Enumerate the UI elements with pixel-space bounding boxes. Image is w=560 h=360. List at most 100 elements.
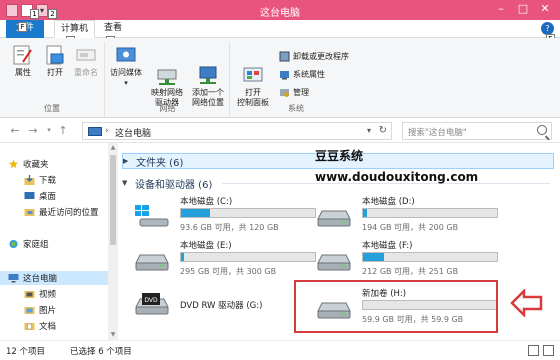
videos-icon xyxy=(24,291,35,298)
add-network-location-button[interactable]: 添加一个 网络位置 xyxy=(188,44,228,108)
scrollbar-thumb[interactable] xyxy=(110,155,116,245)
manage-button[interactable]: 管理 xyxy=(279,86,309,98)
address-dropdown-icon[interactable]: ▾ xyxy=(367,126,371,135)
large-icons-view-icon[interactable] xyxy=(543,345,554,356)
drive-g-dvd[interactable]: DVD DVD RW 驱动器 (G:) xyxy=(128,283,304,327)
chevron-right-icon: ▶ xyxy=(123,157,129,165)
drive-capacity: 295 GB 可用，共 300 GB xyxy=(180,267,277,276)
drive-usage-bar xyxy=(180,252,316,262)
address-row: ← → ▾ ↑ › 这台电脑 ▾ ↻ 搜索"这台电脑" xyxy=(0,119,560,143)
selected-count: 已选择 6 个项目 xyxy=(70,347,132,357)
drive-name: 本地磁盘 (E:) xyxy=(180,241,232,251)
nav-favorites[interactable]: 收藏夹 xyxy=(8,157,116,171)
scroll-down-icon[interactable]: ▼ xyxy=(108,330,118,340)
properties-button[interactable]: 属性 xyxy=(8,44,38,78)
drive-usage-fill xyxy=(363,209,368,217)
windows-drive-icon xyxy=(135,205,169,227)
annotation-arrow-icon xyxy=(510,289,543,317)
status-bar: 12 个项目 已选择 6 个项目 xyxy=(0,340,560,360)
search-box[interactable]: 搜索"这台电脑" xyxy=(402,122,552,140)
hard-drive-icon xyxy=(317,210,351,227)
map-network-drive-button[interactable]: 映射网络 驱动器 xyxy=(148,44,186,108)
maximize-button[interactable]: □ xyxy=(512,0,534,18)
scroll-up-icon[interactable]: ▲ xyxy=(108,143,118,153)
item-count: 12 个项目 xyxy=(6,347,46,357)
documents-icon xyxy=(24,323,35,330)
minimize-button[interactable]: – xyxy=(490,0,512,18)
desktop-icon xyxy=(24,192,35,199)
open-icon xyxy=(43,44,67,66)
access-media-button[interactable]: 访问媒体 ▾ xyxy=(108,44,144,88)
annotation-highlight-box xyxy=(294,280,498,333)
forward-button[interactable]: → xyxy=(26,124,40,138)
search-icon xyxy=(537,125,547,135)
hard-drive-icon xyxy=(135,254,169,271)
drive-d[interactable]: 本地磁盘 (D:) 194 GB 可用，共 200 GB xyxy=(310,195,498,239)
watermark-title: 豆豆系统 xyxy=(315,149,364,163)
navigation-pane: 收藏夹 下载 桌面 最近访问的位置 家庭组 这台电脑 视频 图片 文档 xyxy=(0,143,118,340)
rename-button[interactable]: 重命名 xyxy=(70,44,102,78)
network-location-icon xyxy=(196,54,220,84)
drive-usage-fill xyxy=(181,209,211,217)
drive-name: DVD RW 驱动器 (G:) xyxy=(180,301,263,311)
control-panel-icon xyxy=(241,54,265,82)
manage-icon xyxy=(279,87,290,98)
chevron-down-icon: ▼ xyxy=(122,179,128,187)
drive-usage-bar xyxy=(180,208,316,218)
media-icon xyxy=(114,44,138,66)
uninstall-icon xyxy=(279,51,290,62)
network-drive-icon xyxy=(155,54,179,85)
address-bar[interactable]: › 这台电脑 ▾ ↻ xyxy=(82,122,392,140)
drive-name: 本地磁盘 (F:) xyxy=(362,241,413,251)
drive-name: 本地磁盘 (D:) xyxy=(362,197,415,207)
drive-name: 本地磁盘 (C:) xyxy=(180,197,233,207)
drive-f[interactable]: 本地磁盘 (F:) 212 GB 可用，共 251 GB xyxy=(310,239,498,283)
ribbon-group-location: 属性 打开 重命名 位置 xyxy=(0,42,105,116)
title-bar: ▾ 1 2 这台电脑 – □ ✕ xyxy=(0,0,560,20)
nav-this-pc[interactable]: 这台电脑 xyxy=(0,271,108,285)
drive-c[interactable]: 本地磁盘 (C:) 93.6 GB 可用，共 120 GB xyxy=(128,195,316,239)
keytip-file: F xyxy=(18,22,27,32)
drive-usage-bar xyxy=(362,208,498,218)
group-label-system: 系统 xyxy=(288,104,304,113)
refresh-icon[interactable]: ↻ xyxy=(379,125,387,136)
window-title: 这台电脑 xyxy=(260,8,300,19)
close-button[interactable]: ✕ xyxy=(534,0,556,18)
ribbon-tab-row: 文件 F 计算机 C 查看 V ? E xyxy=(0,20,560,46)
drive-usage-bar xyxy=(362,252,498,262)
drive-capacity: 194 GB 可用，共 200 GB xyxy=(362,223,459,232)
group-label-location: 位置 xyxy=(44,104,60,113)
nav-homegroup[interactable]: 家庭组 xyxy=(8,237,116,251)
drive-e[interactable]: 本地磁盘 (E:) 295 GB 可用，共 300 GB xyxy=(128,239,316,283)
search-placeholder: 搜索"这台电脑" xyxy=(408,128,467,138)
watermark-url: www.doudouxitong.com xyxy=(315,170,479,184)
uninstall-programs-button[interactable]: 卸载或更改程序 xyxy=(279,50,349,62)
open-button[interactable]: 打开 xyxy=(40,44,70,78)
homegroup-icon xyxy=(9,240,18,248)
drive-usage-fill xyxy=(363,253,385,261)
star-icon xyxy=(8,159,19,169)
system-properties-icon xyxy=(279,69,290,80)
up-button[interactable]: ↑ xyxy=(56,124,70,138)
recent-places-icon xyxy=(24,209,35,216)
system-properties-button[interactable]: 系统属性 xyxy=(279,68,325,80)
computer-icon xyxy=(88,127,102,136)
ribbon: 属性 打开 重命名 位置 访问媒体 ▾ 映射网络 驱动器 添加一个 网络位置 网… xyxy=(0,38,560,118)
drive-capacity: 93.6 GB 可用，共 120 GB xyxy=(180,223,279,232)
drive-usage-fill xyxy=(181,253,184,261)
address-separator: › xyxy=(105,126,109,136)
back-button[interactable]: ← xyxy=(8,124,22,138)
ribbon-group-system: 打开 控制面板 卸载或更改程序 系统属性 管理 系统 xyxy=(231,42,361,116)
downloads-icon xyxy=(24,175,35,185)
pictures-icon xyxy=(24,307,35,314)
open-control-panel-button[interactable]: 打开 控制面板 xyxy=(233,44,273,108)
ribbon-group-network: 访问媒体 ▾ 映射网络 驱动器 添加一个 网络位置 网络 xyxy=(106,42,230,116)
navigation-scrollbar[interactable]: ▲ ▼ xyxy=(108,143,118,340)
this-pc-icon xyxy=(8,274,19,283)
recent-locations-button[interactable]: ▾ xyxy=(42,124,56,138)
address-path: 这台电脑 xyxy=(115,129,152,139)
svg-text:DVD: DVD xyxy=(144,297,158,304)
details-view-icon[interactable] xyxy=(528,345,539,356)
group-label-network: 网络 xyxy=(159,104,176,113)
rename-icon xyxy=(74,44,98,66)
